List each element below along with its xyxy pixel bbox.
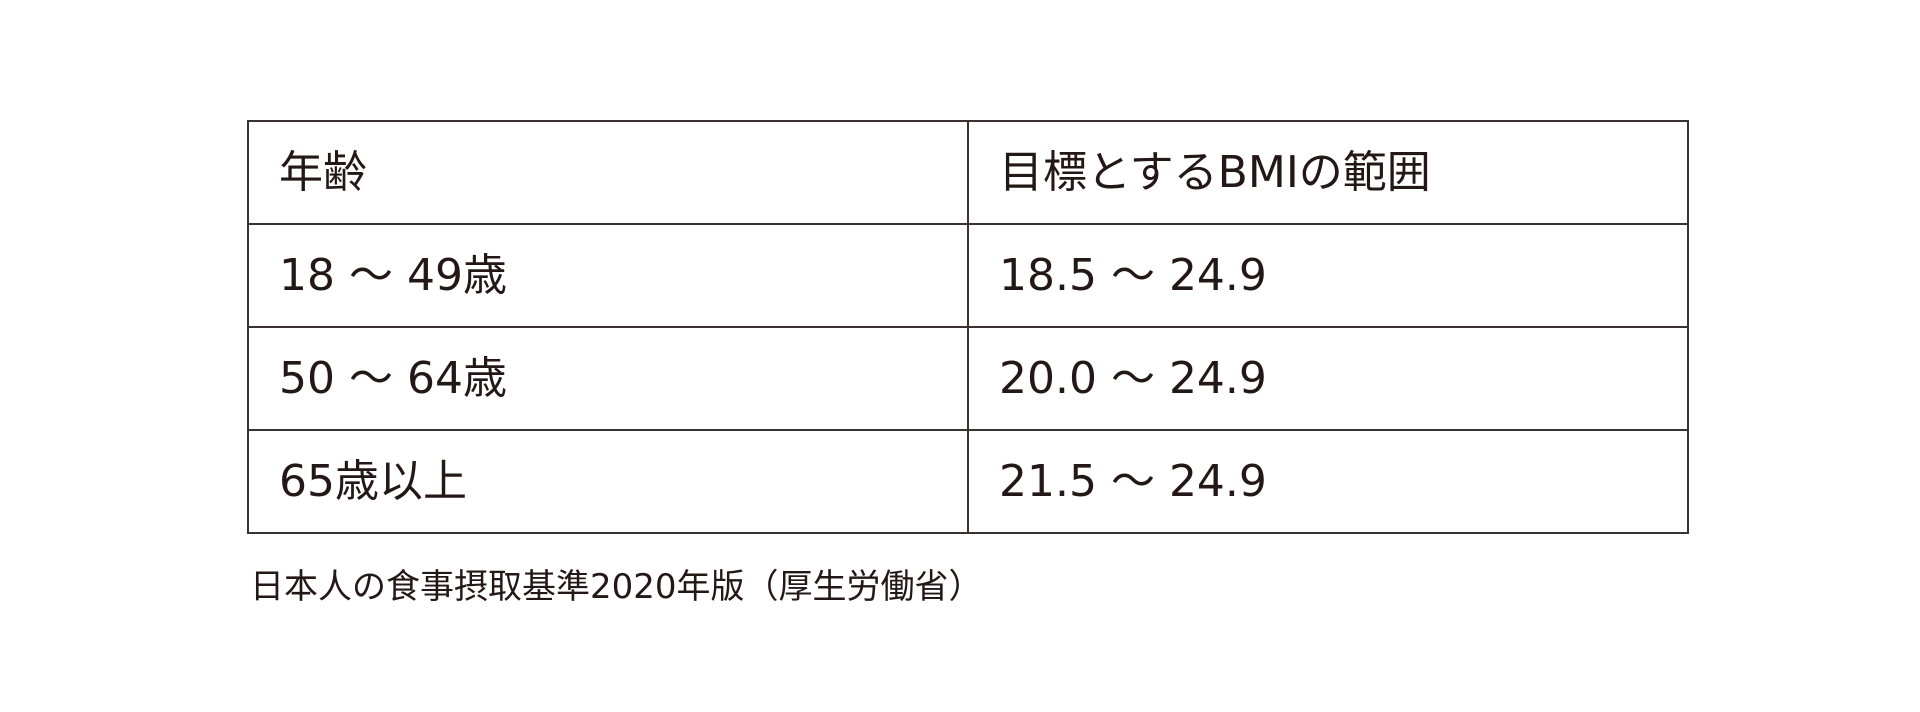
header-cell-age: 年齢 [247,120,969,225]
header-cell-bmi-range: 目標とするBMIの範囲 [967,120,1689,225]
age-cell: 18 ～ 49歳 [247,223,969,328]
table-row: 50 ～ 64歳 20.0 ～ 24.9 [247,326,1689,431]
table-row: 18 ～ 49歳 18.5 ～ 24.9 [247,223,1689,328]
table-header-row: 年齢 目標とするBMIの範囲 [247,120,1689,225]
age-cell: 65歳以上 [247,429,969,534]
source-note: 日本人の食事摂取基準2020年版（厚生労働省） [250,567,983,607]
bmi-range-cell: 18.5 ～ 24.9 [967,223,1689,328]
bmi-range-cell: 20.0 ～ 24.9 [967,326,1689,431]
table-row: 65歳以上 21.5 ～ 24.9 [247,429,1689,534]
bmi-range-cell: 21.5 ～ 24.9 [967,429,1689,534]
bmi-target-table: 年齢 目標とするBMIの範囲 18 ～ 49歳 18.5 ～ 24.9 50 ～… [247,120,1689,534]
age-cell: 50 ～ 64歳 [247,326,969,431]
